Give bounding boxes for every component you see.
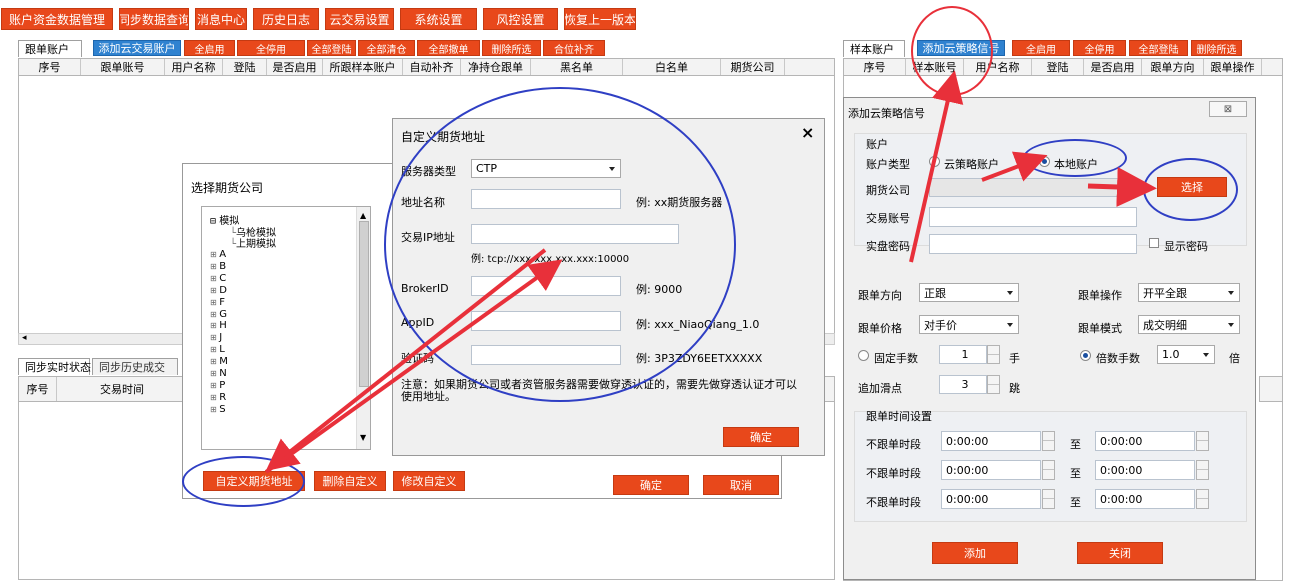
arrow-red (909, 70, 964, 263)
annotation-arrows (264, 70, 1157, 474)
arrow-red (1087, 166, 1157, 207)
arrow-red (265, 248, 547, 471)
arrow-red (264, 259, 563, 474)
arrow-red (981, 151, 1048, 182)
